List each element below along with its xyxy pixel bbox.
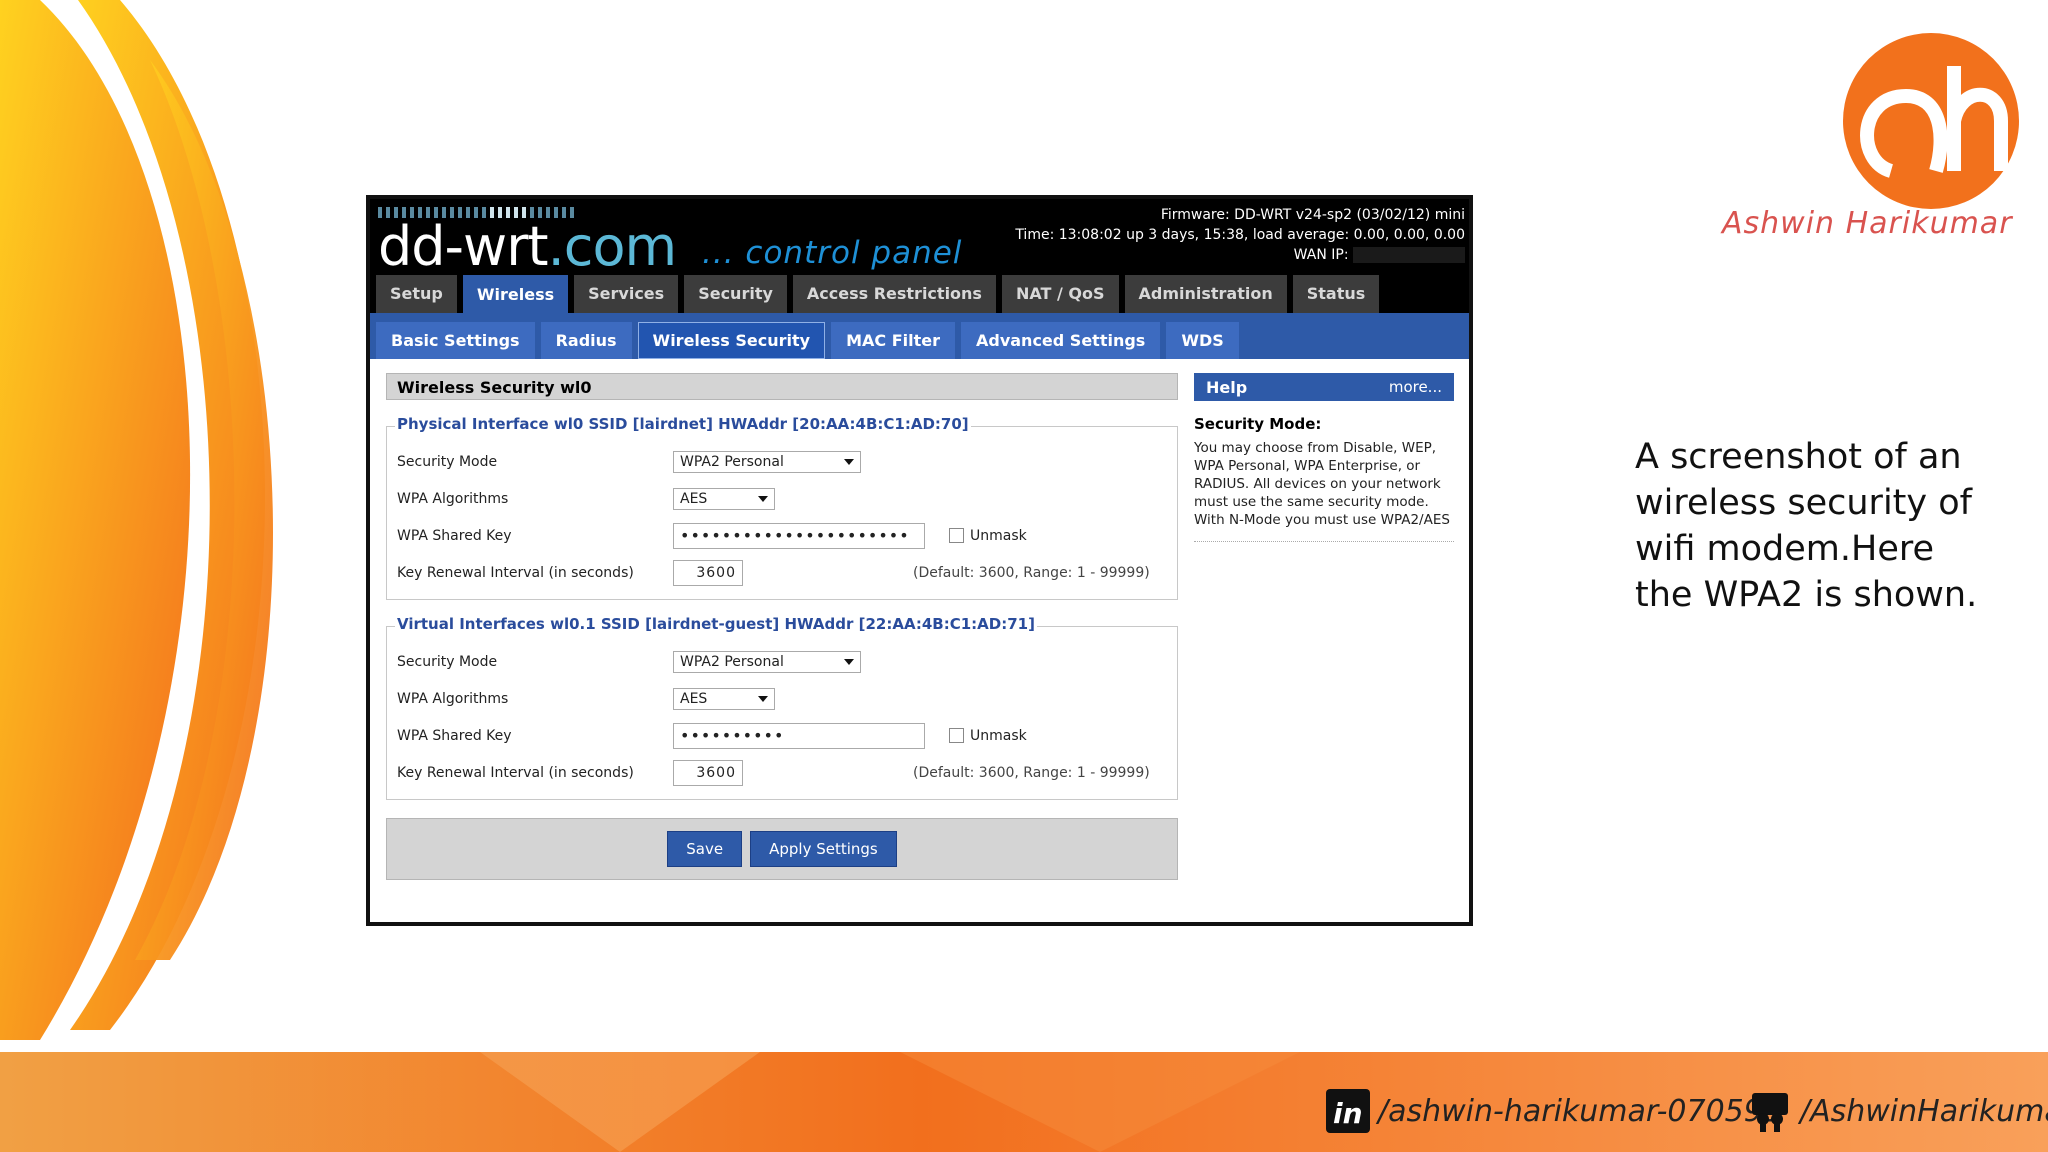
panel-header: dd-wrt.com ... control panel Firmware: D… [370,199,1469,313]
status-info: Firmware: DD-WRT v24-sp2 (03/02/12) mini… [1015,205,1465,265]
slideshare-icon [1748,1089,1792,1133]
firmware-text: Firmware: DD-WRT v24-sp2 (03/02/12) mini [1160,207,1465,223]
save-button[interactable]: Save [667,831,743,867]
unmask-label: Unmask [970,727,1027,744]
subtab-basic-settings[interactable]: Basic Settings [376,322,535,359]
unmask-checkbox[interactable] [949,528,964,543]
key-renewal-input[interactable]: 3600 [673,759,743,786]
help-header: Help more... [1194,373,1454,401]
router-control-panel: dd-wrt.com ... control panel Firmware: D… [366,195,1473,926]
wan-ip-row: WAN IP: [1015,245,1465,265]
key-renewal-label: Key Renewal Interval (in seconds) [397,564,634,581]
wpa-algorithms-select[interactable]: AES [673,687,775,710]
virtual-interface-fieldset: Virtual Interfaces wl0.1 SSID [lairdnet-… [386,615,1178,800]
slideshare-handle: /AshwinHarikumar [1800,1093,2048,1129]
security-mode-select[interactable]: WPA2 Personal [673,450,861,473]
chevron-down-icon [844,458,854,465]
section-title: Wireless Security wl0 [386,373,1178,400]
security-mode-row: Security Mode WPA2 Personal [397,443,1167,480]
subtab-wireless-security[interactable]: Wireless Security [637,322,826,359]
key-renewal-input[interactable]: 3600 [673,559,743,586]
security-mode-select[interactable]: WPA2 Personal [673,650,861,673]
tab-security[interactable]: Security [684,275,787,313]
sub-tabs: Basic Settings Radius Wireless Security … [370,313,1469,359]
virtual-interface-legend: Virtual Interfaces wl0.1 SSID [lairdnet-… [395,615,1037,633]
wpa-algorithms-row: WPA Algorithms AES [397,480,1167,517]
tab-nat-qos[interactable]: NAT / QoS [1001,275,1119,313]
tab-access-restrictions[interactable]: Access Restrictions [792,275,996,313]
wpa-algorithms-row: WPA Algorithms AES [397,680,1167,717]
key-renewal-hint: (Default: 3600, Range: 1 - 99999) [913,764,1150,781]
button-bar: Save Apply Settings [386,818,1178,880]
security-mode-label: Security Mode [397,653,498,670]
linkedin-handle: /ashwin-harikumar-070593 [1378,1093,1782,1129]
tab-administration[interactable]: Administration [1124,275,1287,313]
decorative-swoosh [0,0,273,1040]
logo-name: Ashwin Harikumar [1722,206,2013,241]
tab-status[interactable]: Status [1292,275,1380,313]
shared-key-label: WPA Shared Key [397,727,512,744]
uptime-text: Time: 13:08:02 up 3 days, 15:38, load av… [1015,227,1465,243]
chevron-down-icon [758,495,768,502]
physical-interface-legend: Physical Interface wl0 SSID [lairdnet] H… [395,415,971,433]
wpa-algorithms-select[interactable]: AES [673,487,775,510]
linkedin-icon: in [1326,1089,1370,1133]
shared-key-row: WPA Shared Key •••••••••••••••••••••• Un… [397,517,1167,554]
help-heading: Security Mode: [1194,415,1322,433]
apply-settings-button[interactable]: Apply Settings [750,831,897,867]
shared-key-label: WPA Shared Key [397,527,512,544]
help-title: Help [1206,377,1248,397]
unmask-label: Unmask [970,527,1027,544]
shared-key-input[interactable]: •••••••••• [673,722,925,749]
linkedin-link[interactable]: in /ashwin-harikumar-070593 [1326,1084,1782,1138]
tab-wireless[interactable]: Wireless [462,275,569,313]
subtab-radius[interactable]: Radius [540,322,632,359]
subtab-wds[interactable]: WDS [1166,322,1239,359]
security-mode-label: Security Mode [397,453,498,470]
control-panel-title: ... control panel [702,235,963,271]
help-panel: Help more... Security Mode: You may choo… [1194,373,1454,542]
slideshare-link[interactable]: /AshwinHarikumar [1748,1084,2048,1138]
main-content: Wireless Security wl0 Physical Interface… [370,359,1469,894]
wan-ip-value [1353,247,1465,263]
wpa-algorithms-label: WPA Algorithms [397,490,509,507]
key-renewal-hint: (Default: 3600, Range: 1 - 99999) [913,564,1150,581]
key-renewal-label: Key Renewal Interval (in seconds) [397,764,634,781]
chevron-down-icon [758,695,768,702]
ah-logo [1843,33,2019,209]
security-mode-row: Security Mode WPA2 Personal [397,643,1167,680]
svg-text:in: in [1333,1097,1363,1130]
subtab-advanced-settings[interactable]: Advanced Settings [960,322,1161,359]
main-tabs: Setup Wireless Services Security Access … [376,275,1380,313]
physical-interface-fieldset: Physical Interface wl0 SSID [lairdnet] H… [386,415,1178,600]
tab-services[interactable]: Services [574,275,679,313]
shared-key-input[interactable]: •••••••••••••••••••••• [673,522,925,549]
slide-caption: A screenshot of an wireless security of … [1635,437,1978,615]
wpa-algorithms-label: WPA Algorithms [397,690,509,707]
chevron-down-icon [844,658,854,665]
key-renewal-row: Key Renewal Interval (in seconds) 3600 (… [397,554,1167,591]
shared-key-row: WPA Shared Key •••••••••• Unmask [397,717,1167,754]
key-renewal-row: Key Renewal Interval (in seconds) 3600 (… [397,754,1167,791]
unmask-checkbox[interactable] [949,728,964,743]
help-more-link[interactable]: more... [1389,378,1442,396]
subtab-mac-filter[interactable]: MAC Filter [831,322,955,359]
tab-setup[interactable]: Setup [376,275,457,313]
help-text: You may choose from Disable, WEP, WPA Pe… [1194,439,1454,542]
ddwrt-logo: dd-wrt.com [378,215,677,278]
